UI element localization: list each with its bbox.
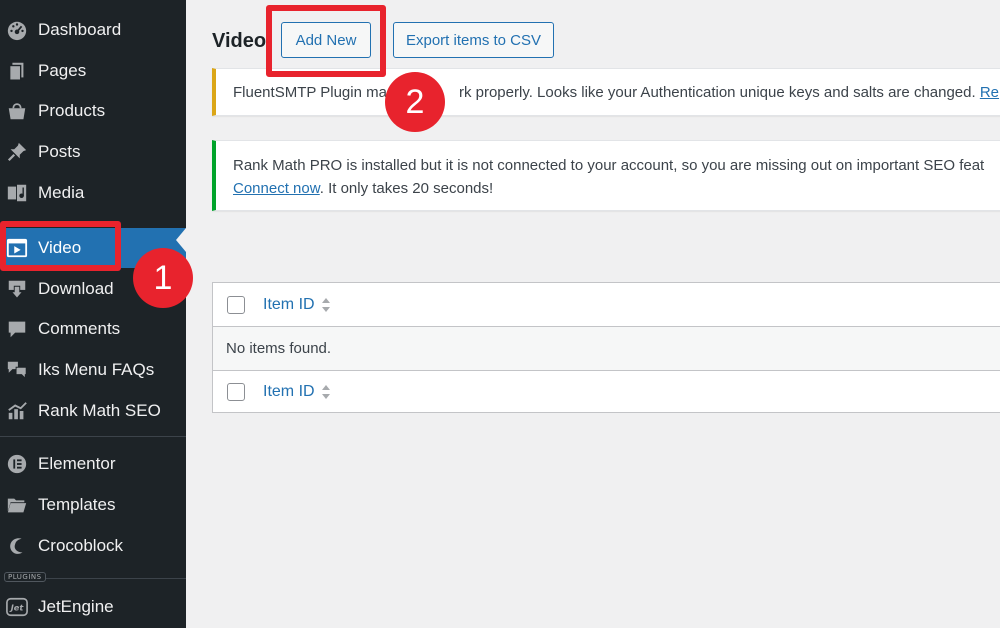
sidebar-item-label: Dashboard [38, 20, 122, 39]
notice-link[interactable]: Re [980, 84, 999, 101]
sidebar-item-label: Products [38, 101, 106, 120]
step-badge-2: 2 [385, 72, 445, 132]
comments-icon [0, 309, 38, 349]
folder-icon [0, 485, 38, 525]
table-header-row: Item ID [213, 283, 1000, 327]
select-all-checkbox[interactable] [227, 295, 245, 314]
connect-now-link[interactable]: Connect now [233, 180, 320, 197]
sidebar-item-jetengine[interactable]: Jet JetEngine [0, 587, 186, 627]
sidebar-item-label: Iks Menu FAQs [38, 360, 155, 379]
jetengine-icon: Jet [0, 587, 38, 627]
notice-text: FluentSMTP Plugin ma [233, 84, 387, 101]
sidebar-item-label: Media [38, 183, 85, 202]
dashboard-icon [0, 10, 38, 50]
sidebar-item-iks-menu-faqs[interactable]: Iks Menu FAQs [0, 350, 186, 390]
media-icon [0, 173, 38, 213]
crocoblock-icon [0, 526, 38, 566]
sidebar-item-media[interactable]: Media [0, 173, 186, 213]
sort-icon [321, 296, 331, 314]
column-header-label: Item ID [263, 383, 315, 400]
admin-sidebar: Dashboard Pages Products Posts Media Vid… [0, 0, 186, 628]
rankmath-notice: Rank Math PRO is installed but it is not… [212, 140, 1000, 211]
table-footer-row: Item ID [213, 370, 1000, 413]
table-row: No items found. [213, 327, 1000, 370]
notice-text: Rank Math PRO is installed but it is not… [233, 157, 985, 174]
sidebar-item-posts[interactable]: Posts [0, 132, 186, 172]
sidebar-divider [46, 578, 186, 579]
pin-icon [0, 132, 38, 172]
sidebar-item-templates[interactable]: Templates [0, 485, 186, 525]
sidebar-item-label: Comments [38, 319, 121, 338]
faq-icon [0, 350, 38, 390]
sidebar-item-pages[interactable]: Pages [0, 51, 186, 91]
sidebar-item-label: Elementor [38, 454, 116, 473]
notice-text: . It only takes 20 seconds! [319, 180, 494, 197]
svg-text:Jet: Jet [9, 603, 25, 613]
column-footer-item-id[interactable]: Item ID [263, 383, 331, 401]
notice-line-2: Connect now. It only takes 20 seconds! [233, 177, 1000, 200]
sort-icon [321, 383, 331, 401]
pages-icon [0, 51, 38, 91]
export-csv-button[interactable]: Export items to CSV [393, 22, 554, 58]
sidebar-item-label: Download [38, 279, 114, 298]
no-items-text: No items found. [226, 340, 332, 357]
elementor-icon [0, 444, 38, 484]
sidebar-item-label: JetEngine [38, 597, 114, 616]
notice-text: rk properly. Looks like your Authenticat… [458, 84, 980, 101]
rank-math-icon [0, 391, 38, 431]
sidebar-item-crocoblock[interactable]: Crocoblock [0, 526, 186, 566]
sidebar-item-dashboard[interactable]: Dashboard [0, 10, 186, 50]
sidebar-item-label: Templates [38, 495, 116, 514]
active-menu-arrow [176, 228, 186, 252]
items-table: Item ID No items found. Item ID [212, 282, 1000, 413]
sidebar-divider [0, 436, 186, 437]
sidebar-item-elementor[interactable]: Elementor [0, 444, 186, 484]
plugins-tag: PLUGINS [4, 572, 46, 582]
sidebar-item-comments[interactable]: Comments [0, 309, 186, 349]
page-title: Video [212, 30, 267, 52]
sidebar-item-label: Posts [38, 142, 81, 161]
column-header-item-id[interactable]: Item ID [263, 296, 331, 314]
sidebar-item-rank-math-seo[interactable]: Rank Math SEO [0, 391, 186, 431]
sidebar-item-label: Crocoblock [38, 536, 124, 555]
highlight-box-add-new [266, 5, 386, 77]
select-all-checkbox-footer[interactable] [227, 383, 245, 401]
download-icon [0, 269, 38, 309]
sidebar-item-label: Rank Math SEO [38, 401, 161, 420]
products-icon [0, 91, 38, 131]
sidebar-item-products[interactable]: Products [0, 91, 186, 131]
step-badge-1: 1 [133, 248, 193, 308]
sidebar-item-label: Pages [38, 61, 87, 80]
highlight-box-video [0, 221, 121, 271]
column-header-label: Item ID [263, 295, 315, 313]
